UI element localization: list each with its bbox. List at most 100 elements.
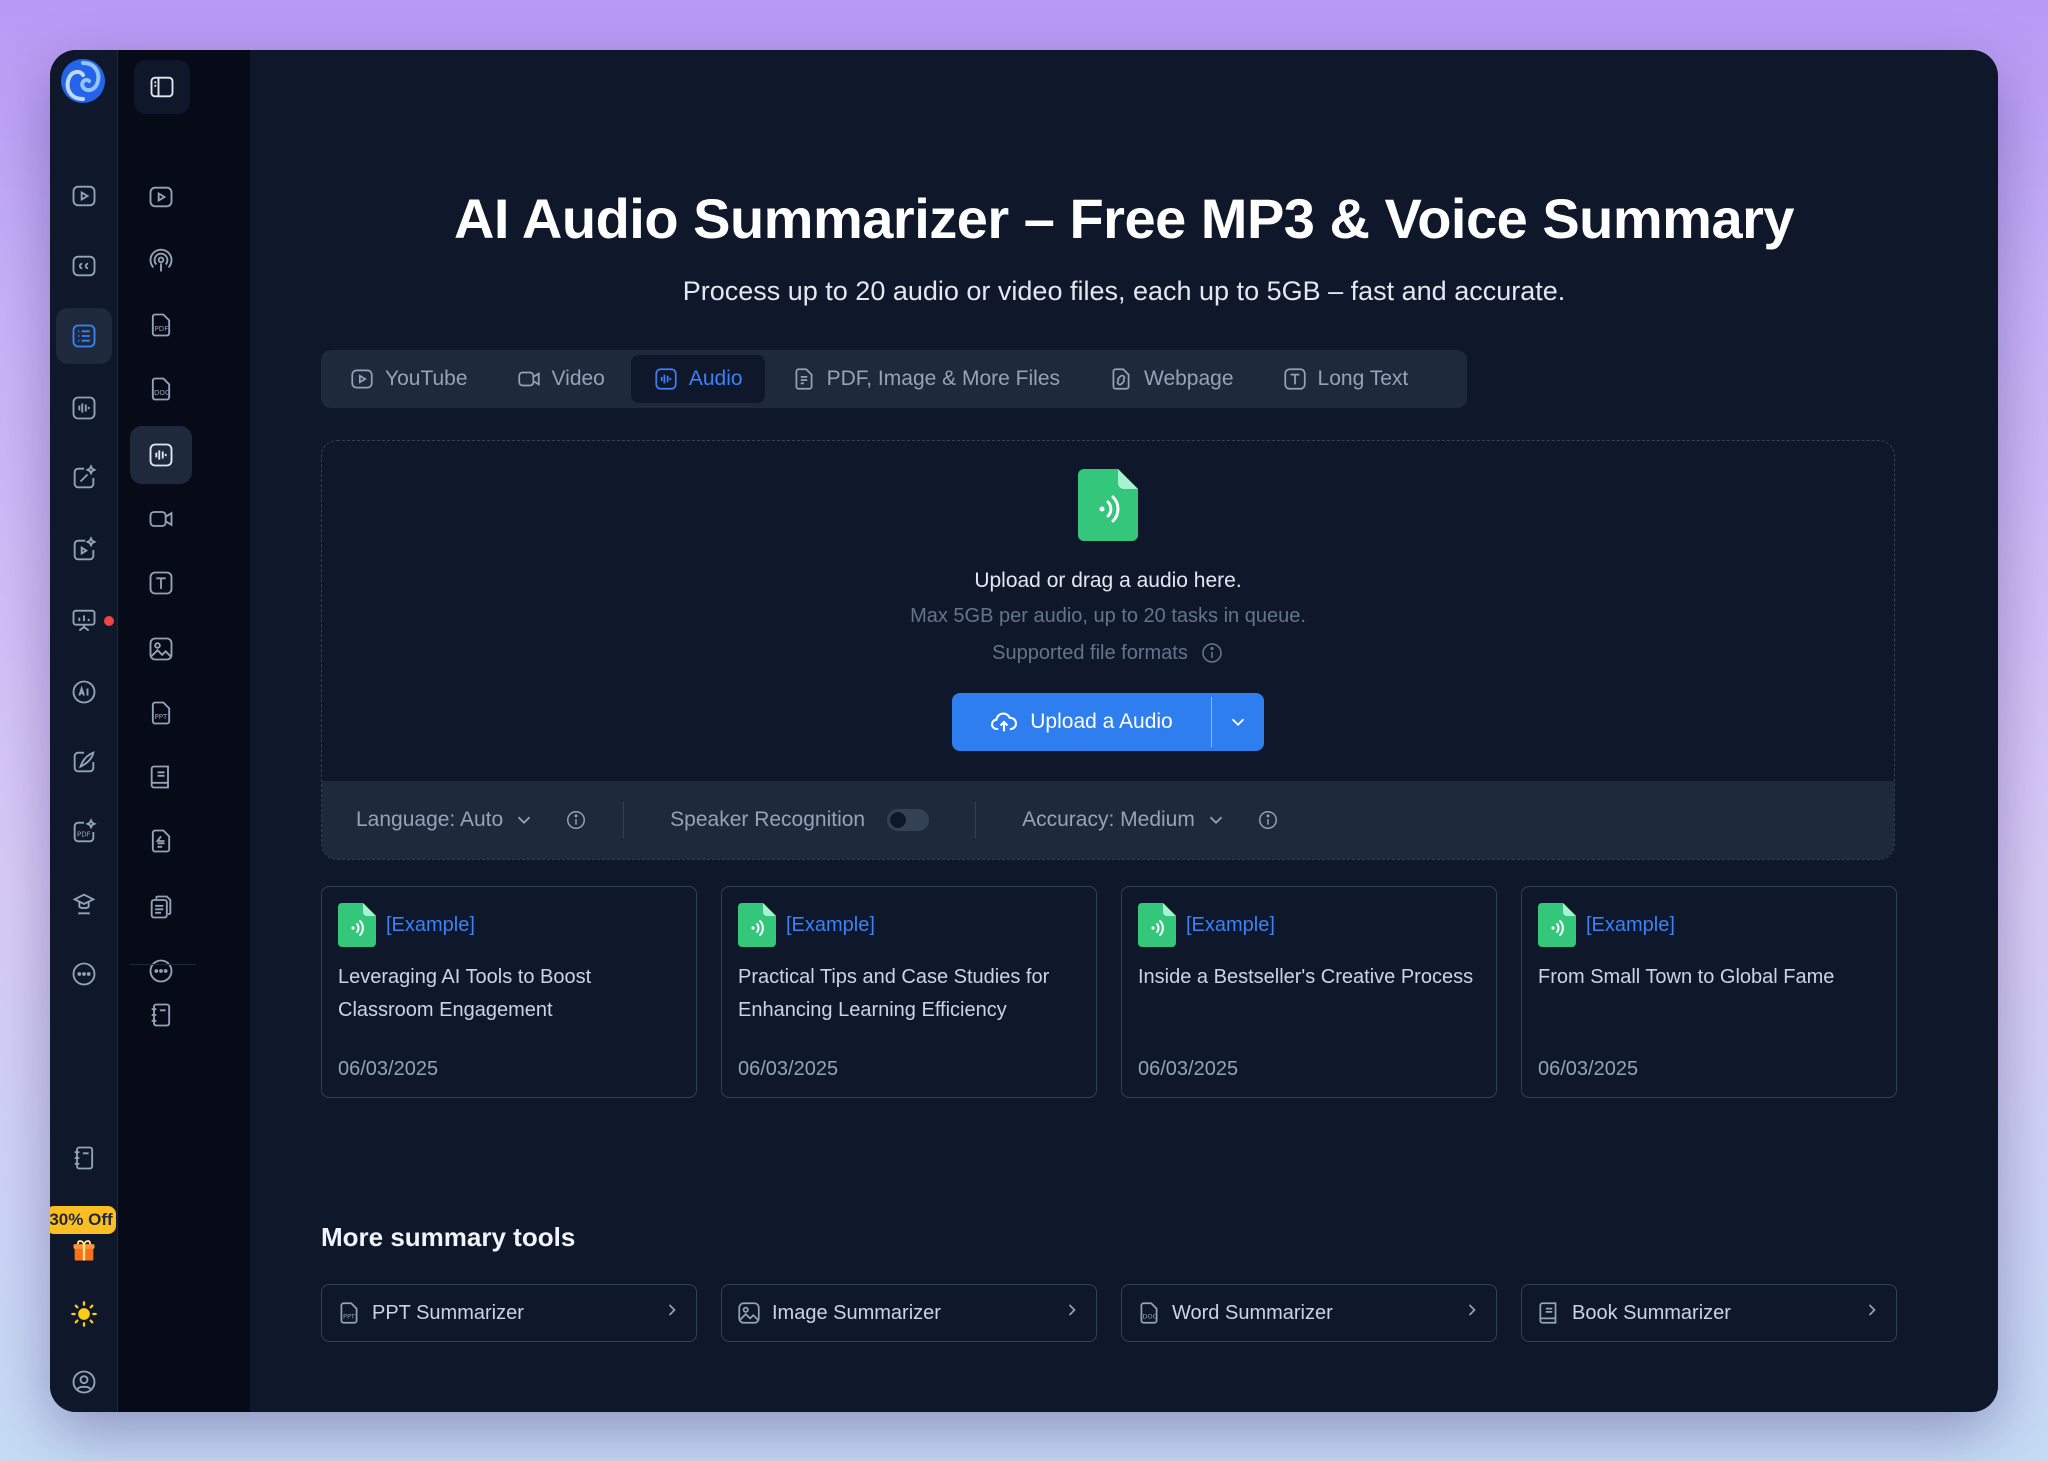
svg-text:DOC: DOC xyxy=(1143,1312,1158,1320)
ai-chat-icon[interactable] xyxy=(56,664,112,720)
notification-dot xyxy=(104,616,114,626)
source-tabs: YouTube Video Audio PDF, Image & More Fi… xyxy=(321,350,1467,408)
ppt-icon: PPT xyxy=(340,1302,358,1324)
sidebar-toggle-icon[interactable] xyxy=(134,60,190,114)
example-tag: [Example] xyxy=(1186,913,1275,936)
study-icon[interactable] xyxy=(56,876,112,932)
doc-icon[interactable]: DOC xyxy=(130,360,192,418)
example-card[interactable]: [Example] From Small Town to Global Fame… xyxy=(1521,886,1897,1098)
upload-options-dropdown[interactable] xyxy=(1212,693,1264,751)
youtube-icon xyxy=(351,369,373,389)
app-logo-icon[interactable] xyxy=(56,54,110,108)
tool-label: PPT Summarizer xyxy=(372,1301,524,1324)
app-window: PDF 30% Off PDF DOC PPT AI Audio Summari… xyxy=(50,50,1998,1412)
accuracy-label: Accuracy: Medium xyxy=(1022,808,1195,831)
files-stack-icon[interactable] xyxy=(130,878,192,936)
supported-formats[interactable]: Supported file formats xyxy=(322,641,1894,665)
svg-text:PDF: PDF xyxy=(155,325,169,333)
accuracy-info-icon[interactable] xyxy=(1257,809,1279,831)
audio-wave-icon[interactable] xyxy=(130,426,192,484)
upload-audio-button[interactable]: Upload a Audio xyxy=(952,693,1264,751)
podcast-icon[interactable] xyxy=(130,232,192,290)
svg-text:DOC: DOC xyxy=(154,389,170,397)
options-bar: Language: Auto Speaker Recognition Accur… xyxy=(322,781,1894,859)
presentation-icon[interactable] xyxy=(56,592,114,648)
audio-file-icon xyxy=(738,903,776,947)
image-summarizer-link[interactable]: Image Summarizer xyxy=(721,1284,1097,1342)
chevron-right-icon xyxy=(662,1300,682,1326)
language-select[interactable]: Language: Auto xyxy=(356,808,535,832)
example-card[interactable]: [Example] Practical Tips and Case Studie… xyxy=(721,886,1097,1098)
ai-video-icon[interactable] xyxy=(56,522,112,578)
text-icon[interactable] xyxy=(130,554,192,612)
notebook-icon[interactable] xyxy=(56,1130,112,1186)
word-summarizer-link[interactable]: DOC Word Summarizer xyxy=(1121,1284,1497,1342)
example-card[interactable]: [Example] Inside a Bestseller's Creative… xyxy=(1121,886,1497,1098)
example-title: Leveraging AI Tools to Boost Classroom E… xyxy=(338,966,592,1021)
notebook-icon[interactable] xyxy=(130,986,192,1044)
ppt-icon[interactable]: PPT xyxy=(130,684,192,742)
language-label: Language: Auto xyxy=(356,808,504,831)
tab-label: Long Text xyxy=(1317,367,1409,390)
example-cards: [Example] Leveraging AI Tools to Boost C… xyxy=(321,886,1897,1098)
chevron-down-icon xyxy=(518,816,531,825)
upload-limits: Max 5GB per audio, up to 20 tasks in que… xyxy=(910,605,1306,627)
video-camera-icon[interactable] xyxy=(130,490,192,548)
accuracy-select[interactable]: Accuracy: Medium xyxy=(1022,808,1227,832)
tab-files[interactable]: PDF, Image & More Files xyxy=(769,355,1082,403)
theme-sun-icon[interactable] xyxy=(56,1286,112,1342)
image-icon xyxy=(738,1302,760,1324)
subtitle-icon[interactable] xyxy=(56,238,112,294)
youtube-icon[interactable] xyxy=(56,168,112,224)
tab-label: Audio xyxy=(688,367,743,390)
sidebar-divider xyxy=(130,964,196,965)
speaker-toggle[interactable] xyxy=(887,809,930,831)
image-icon[interactable] xyxy=(130,620,192,678)
example-date: 06/03/2025 xyxy=(1138,1058,1239,1080)
tab-audio[interactable]: Audio xyxy=(630,355,765,403)
pdf-tool-icon[interactable]: PDF xyxy=(56,804,112,860)
audio-file-icon xyxy=(1078,469,1138,541)
more-icon[interactable] xyxy=(56,946,112,1002)
tab-label: Video xyxy=(551,367,605,390)
option-divider xyxy=(623,802,625,838)
summary-list-icon[interactable] xyxy=(56,308,112,364)
tab-label: Webpage xyxy=(1144,367,1234,390)
audio-file-icon xyxy=(338,903,376,947)
primary-sidebar: PDF 30% Off xyxy=(50,50,118,1412)
tab-video[interactable]: Video xyxy=(494,355,627,403)
user-avatar-icon[interactable] xyxy=(56,1354,112,1410)
upload-button-main[interactable]: Upload a Audio xyxy=(952,693,1211,751)
tab-long-text[interactable]: Long Text xyxy=(1260,355,1431,403)
example-title: Practical Tips and Case Studies for Enha… xyxy=(738,966,1050,1021)
chevron-right-icon xyxy=(1462,1300,1482,1326)
audio-wave-icon[interactable] xyxy=(56,380,112,436)
tool-label: Book Summarizer xyxy=(1572,1301,1731,1324)
ppt-summarizer-link[interactable]: PPT PPT Summarizer xyxy=(321,1284,697,1342)
note-icon[interactable] xyxy=(130,812,192,870)
svg-text:PDF: PDF xyxy=(77,831,91,839)
example-date: 06/03/2025 xyxy=(738,1058,839,1080)
page-subtitle: Process up to 20 audio or video files, e… xyxy=(682,276,1566,306)
ai-edit-icon[interactable] xyxy=(56,450,112,506)
example-card[interactable]: [Example] Leveraging AI Tools to Boost C… xyxy=(321,886,697,1098)
info-icon[interactable] xyxy=(1200,641,1224,665)
upload-dropzone[interactable]: Upload or drag a audio here. Max 5GB per… xyxy=(321,440,1895,860)
tab-youtube[interactable]: YouTube xyxy=(327,355,490,403)
formats-label: Supported file formats xyxy=(992,641,1188,664)
quill-write-icon[interactable] xyxy=(56,734,112,790)
tab-label: YouTube xyxy=(385,367,468,390)
example-date: 06/03/2025 xyxy=(338,1058,439,1080)
book-icon[interactable] xyxy=(130,748,192,806)
youtube-icon[interactable] xyxy=(130,168,192,226)
tool-label: Word Summarizer xyxy=(1172,1301,1333,1324)
svg-text:PPT: PPT xyxy=(343,1312,355,1320)
chevron-down-icon xyxy=(1209,816,1222,825)
tab-webpage[interactable]: Webpage xyxy=(1086,355,1256,403)
pdf-icon[interactable]: PDF xyxy=(130,296,192,354)
speaker-recognition[interactable]: Speaker Recognition xyxy=(670,808,930,832)
audio-file-icon xyxy=(1138,903,1176,947)
book-summarizer-link[interactable]: Book Summarizer xyxy=(1521,1284,1897,1342)
language-info-icon[interactable] xyxy=(565,809,587,831)
gift-icon[interactable] xyxy=(56,1222,112,1278)
